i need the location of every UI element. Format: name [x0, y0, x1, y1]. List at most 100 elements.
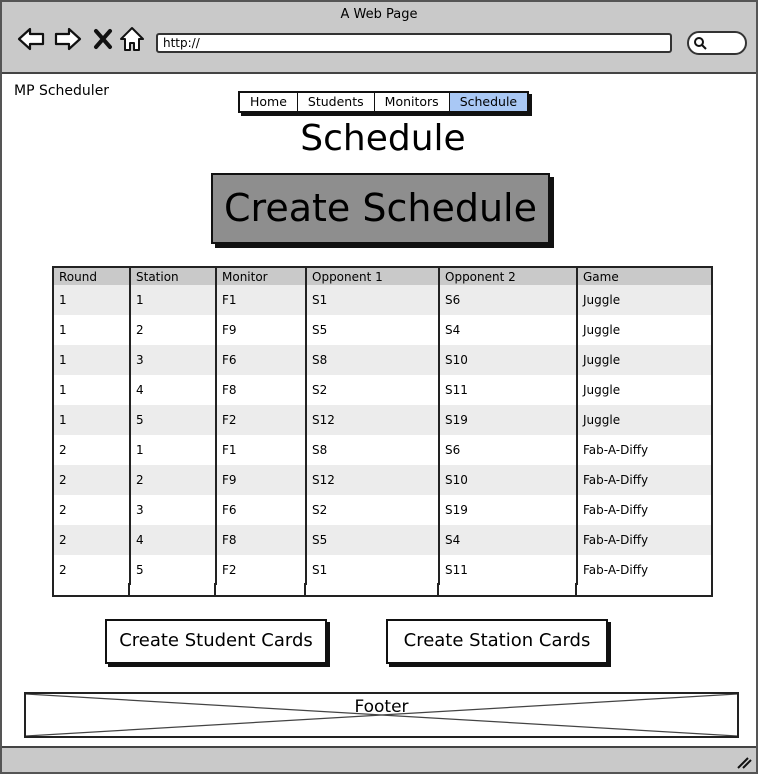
table-row[interactable]: 1 5 F2 S12 S19 Juggle: [54, 405, 711, 435]
table-cell: 2: [130, 315, 217, 345]
table-cell: 1: [54, 345, 131, 375]
back-arrow-icon[interactable]: [16, 24, 46, 54]
table-cell: F1: [216, 285, 307, 315]
table-cell: 5: [130, 555, 217, 585]
column-header: Round: [54, 268, 131, 285]
table-cell: S2: [306, 495, 440, 525]
table-cell: S5: [306, 315, 440, 345]
table-cell: 2: [54, 435, 131, 465]
table-cell: Juggle: [583, 383, 621, 397]
schedule-table: Round Station Monitor Opponent 1 Opponent 2G…: [52, 266, 713, 597]
tab-monitors[interactable]: Monitors: [374, 93, 450, 111]
create-schedule-button[interactable]: Create Schedule: [211, 173, 550, 244]
table-row[interactable]: 1 1 F1 S1 S6 Juggle: [54, 285, 711, 315]
table-cell: Juggle: [577, 405, 711, 435]
table-cell: S6: [439, 435, 578, 465]
status-bar: [2, 746, 756, 772]
column-header: Opponent 1: [306, 268, 440, 285]
table-row[interactable]: 2 2 F9 S12 S10 Fab-A-Diffy: [54, 465, 711, 495]
table-cell: F6: [216, 345, 307, 375]
table-cell: 2: [54, 465, 131, 495]
table-cell: F2: [216, 555, 307, 585]
table-cell: 3: [130, 495, 217, 525]
resize-grip-icon[interactable]: [736, 755, 752, 769]
table-cell: 5: [130, 405, 217, 435]
table-cell: 1: [54, 315, 131, 345]
column-header: Station: [130, 268, 217, 285]
table-cell: Fab-A-Diffy: [583, 563, 649, 577]
table-cell: S8: [306, 345, 440, 375]
table-cell: 2: [54, 555, 131, 585]
table-cell: F9: [216, 315, 307, 345]
table-row[interactable]: 1 2 F9 S5 S4 Juggle: [54, 315, 711, 345]
footer-placeholder: Footer: [24, 692, 739, 738]
table-cell: S1: [306, 555, 440, 585]
window-title: A Web Page: [340, 7, 418, 22]
table-cell: Fab-A-Diffy: [577, 465, 711, 495]
table-cell: S11: [439, 375, 578, 405]
table-cell: S1: [306, 285, 440, 315]
column-header: Game: [577, 268, 711, 285]
table-cell: F8: [216, 375, 307, 405]
table-cell: S19: [439, 405, 578, 435]
table-empty-row: [54, 583, 711, 595]
table-cell: S19: [439, 495, 578, 525]
table-cell: 1: [54, 285, 131, 315]
table-cell: S4: [439, 525, 578, 555]
tab-home[interactable]: Home: [240, 93, 298, 111]
table-cell: S5: [306, 525, 440, 555]
table-cell: S11: [439, 555, 578, 585]
table-row[interactable]: 1 4 F8 S2 S11 Juggle: [54, 375, 711, 405]
table-cell: F6: [216, 495, 307, 525]
table-cell: Juggle: [577, 285, 711, 315]
tab-students[interactable]: Students: [297, 93, 375, 111]
table-cell: Fab-A-Diffy: [583, 503, 649, 517]
table-cell: Fab-A-Diffy: [577, 525, 711, 555]
table-cell: 1: [130, 435, 217, 465]
browser-window: A Web Page http:// MP Scheduler Home Stud…: [0, 0, 758, 774]
page-title: Schedule: [300, 118, 466, 159]
browser-chrome: A Web Page http://: [2, 2, 756, 74]
table-cell: S10: [439, 465, 578, 495]
table-cell: 2: [54, 495, 131, 525]
table-cell: 3: [130, 345, 217, 375]
table-cell: S12: [306, 405, 440, 435]
table-cell: 2: [54, 525, 131, 555]
table-cell: S2: [306, 375, 440, 405]
table-cell: Juggle: [577, 345, 711, 375]
table-cell: F9: [216, 465, 307, 495]
table-cell: 4: [130, 375, 217, 405]
table-header-row: Round Station Monitor Opponent 1 Opponent 2G…: [54, 268, 711, 285]
table-cell: 2: [130, 465, 217, 495]
table-cell: F8: [216, 525, 307, 555]
table-row[interactable]: 2 3 F6 S2 S19 Fab-A-Diffy: [54, 495, 711, 525]
table-cell: S10: [439, 345, 578, 375]
table-row[interactable]: 1 3 F6 S8 S10 Juggle: [54, 345, 711, 375]
table-cell: 1: [130, 285, 217, 315]
table-cell: S8: [306, 435, 440, 465]
table-cell: 1: [54, 375, 131, 405]
table-cell: Fab-A-Diffy: [583, 443, 649, 457]
tab-schedule[interactable]: Schedule: [449, 93, 528, 111]
column-header: Monitor: [216, 268, 307, 285]
table-cell: F2: [216, 405, 307, 435]
search-icon: [694, 37, 707, 50]
create-student-cards-button[interactable]: Create Student Cards: [105, 619, 327, 664]
forward-arrow-icon[interactable]: [53, 24, 83, 54]
table-row[interactable]: 2 5 F2 S1 S11 Fab-A-Diffy: [54, 555, 711, 585]
table-cell: 4: [130, 525, 217, 555]
close-icon[interactable]: [88, 24, 118, 54]
table-row[interactable]: 2 1 F1 S8 S6 Fab-A-Diffy: [54, 435, 711, 465]
home-icon[interactable]: [117, 24, 147, 54]
table-row[interactable]: 2 4 F8 S5 S4 Fab-A-Diffy: [54, 525, 711, 555]
table-cell: S4: [439, 315, 578, 345]
table-cell: S6: [439, 285, 578, 315]
footer-label: Footer: [354, 697, 409, 717]
browser-search-field[interactable]: [687, 31, 747, 55]
table-cell: F1: [216, 435, 307, 465]
url-field[interactable]: http://: [156, 33, 672, 53]
table-cell: 1: [54, 405, 131, 435]
table-cell: S12: [306, 465, 440, 495]
create-station-cards-button[interactable]: Create Station Cards: [386, 619, 608, 664]
table-cell: Juggle: [583, 323, 621, 337]
